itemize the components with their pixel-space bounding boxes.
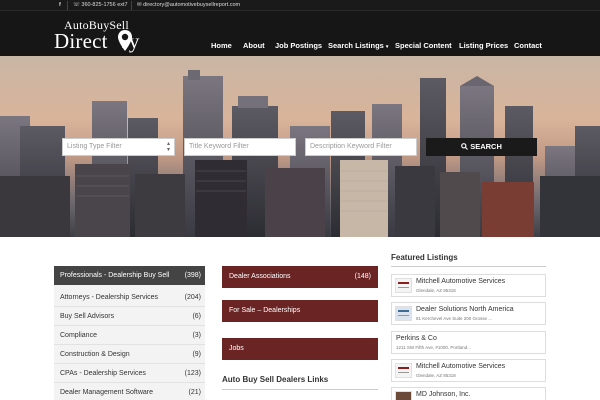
input-placeholder: Description Keyword Filter xyxy=(310,143,392,150)
phone-number[interactable]: ☏ 360-825-1756 ext7 xyxy=(73,1,128,10)
search-button-label: SEARCH xyxy=(470,142,502,151)
title-keyword-input[interactable]: Title Keyword Filter xyxy=(184,138,296,156)
featured-listing-card[interactable]: Perkins & Co 1211 SW Fifth Ave, #1000, P… xyxy=(391,331,546,354)
envelope-icon: ✉ xyxy=(137,2,142,8)
phone-icon: ☏ xyxy=(73,2,80,8)
search-button[interactable]: SEARCH xyxy=(426,138,537,156)
divider xyxy=(131,1,132,10)
listing-address: Glendale, AZ 85318 xyxy=(416,288,456,293)
site-header: AutoBuySell Directry Home About Job Post… xyxy=(0,11,600,56)
input-placeholder: Title Keyword Filter xyxy=(189,143,249,150)
description-keyword-input[interactable]: Description Keyword Filter xyxy=(305,138,417,156)
listing-title[interactable]: Dealer Solutions North America xyxy=(416,306,514,313)
nav-job-postings[interactable]: Job Postings xyxy=(275,41,322,50)
category-item[interactable]: Professionals - Dealership Buy Sell (398… xyxy=(54,266,205,285)
featured-listings-heading: Featured Listings xyxy=(391,253,458,262)
site-logo[interactable]: AutoBuySell Directry xyxy=(54,18,166,54)
divider xyxy=(67,1,68,10)
featured-listing-card[interactable]: Mitchell Automotive Services Glendale, A… xyxy=(391,274,546,297)
listing-thumbnail xyxy=(395,278,412,293)
listing-address: Glendale, AZ 85318 xyxy=(416,373,456,378)
phone-text: 360-825-1756 ext7 xyxy=(81,2,128,8)
category-list: Professionals - Dealership Buy Sell (398… xyxy=(54,266,205,400)
nav-search-listings[interactable]: Search Listings ▾ xyxy=(328,41,388,50)
updown-caret-icon: ▴ ▾ xyxy=(166,141,170,153)
category-item[interactable]: Buy Sell Advisors (6) xyxy=(54,307,205,326)
top-bar: f ☏ 360-825-1756 ext7 ✉ directory@automo… xyxy=(0,0,600,11)
listing-thumbnail xyxy=(395,363,412,378)
email-text: directory@automotivebuysellreport.com xyxy=(143,2,241,8)
category-item[interactable]: CPAs - Dealership Services (123) xyxy=(54,364,205,383)
listing-address: 1211 SW Fifth Ave, #1000, Portland... xyxy=(396,345,471,350)
facebook-icon[interactable]: f xyxy=(59,1,61,10)
jobs-box[interactable]: Jobs xyxy=(222,338,378,360)
nav-about[interactable]: About xyxy=(243,41,265,50)
listing-address: 81 Kerchevel Ave Suite 200 Grosse ... xyxy=(416,316,492,321)
links-heading: Auto Buy Sell Dealers Links xyxy=(222,375,329,384)
listing-title[interactable]: Mitchell Automotive Services xyxy=(416,278,505,285)
listing-title[interactable]: Perkins & Co xyxy=(396,335,437,342)
category-item[interactable]: Dealer Management Software (21) xyxy=(54,383,205,400)
for-sale-dealerships-box[interactable]: For Sale – Dealerships xyxy=(222,300,378,322)
email-link[interactable]: ✉ directory@automotivebuysellreport.com xyxy=(137,1,240,10)
featured-listing-card[interactable]: Mitchell Automotive Services Glendale, A… xyxy=(391,359,546,382)
category-item[interactable]: Construction & Design (9) xyxy=(54,345,205,364)
dealer-associations-box[interactable]: Dealer Associations (148) xyxy=(222,266,378,288)
category-item[interactable]: Compliance (3) xyxy=(54,326,205,345)
nav-special-content[interactable]: Special Content xyxy=(395,41,452,50)
map-pin-icon xyxy=(118,30,132,51)
divider xyxy=(222,389,378,390)
listing-thumbnail xyxy=(395,306,412,321)
search-icon xyxy=(461,143,469,150)
select-placeholder: Listing Type Filter xyxy=(67,143,122,150)
featured-listing-card[interactable]: MD Johnson, Inc. xyxy=(391,387,546,400)
chevron-down-icon: ▾ xyxy=(385,44,389,50)
divider xyxy=(391,266,546,267)
nav-home[interactable]: Home xyxy=(211,41,232,50)
listing-thumbnail xyxy=(395,391,412,400)
nav-contact[interactable]: Contact xyxy=(514,41,542,50)
listing-type-select[interactable]: Listing Type Filter ▴ ▾ xyxy=(62,138,175,156)
listing-title[interactable]: Mitchell Automotive Services xyxy=(416,363,505,370)
featured-listing-card[interactable]: Dealer Solutions North America 81 Kerche… xyxy=(391,302,546,325)
listing-title[interactable]: MD Johnson, Inc. xyxy=(416,391,470,398)
category-item[interactable]: Attorneys - Dealership Services (204) xyxy=(54,288,205,307)
nav-listing-prices[interactable]: Listing Prices xyxy=(459,41,508,50)
